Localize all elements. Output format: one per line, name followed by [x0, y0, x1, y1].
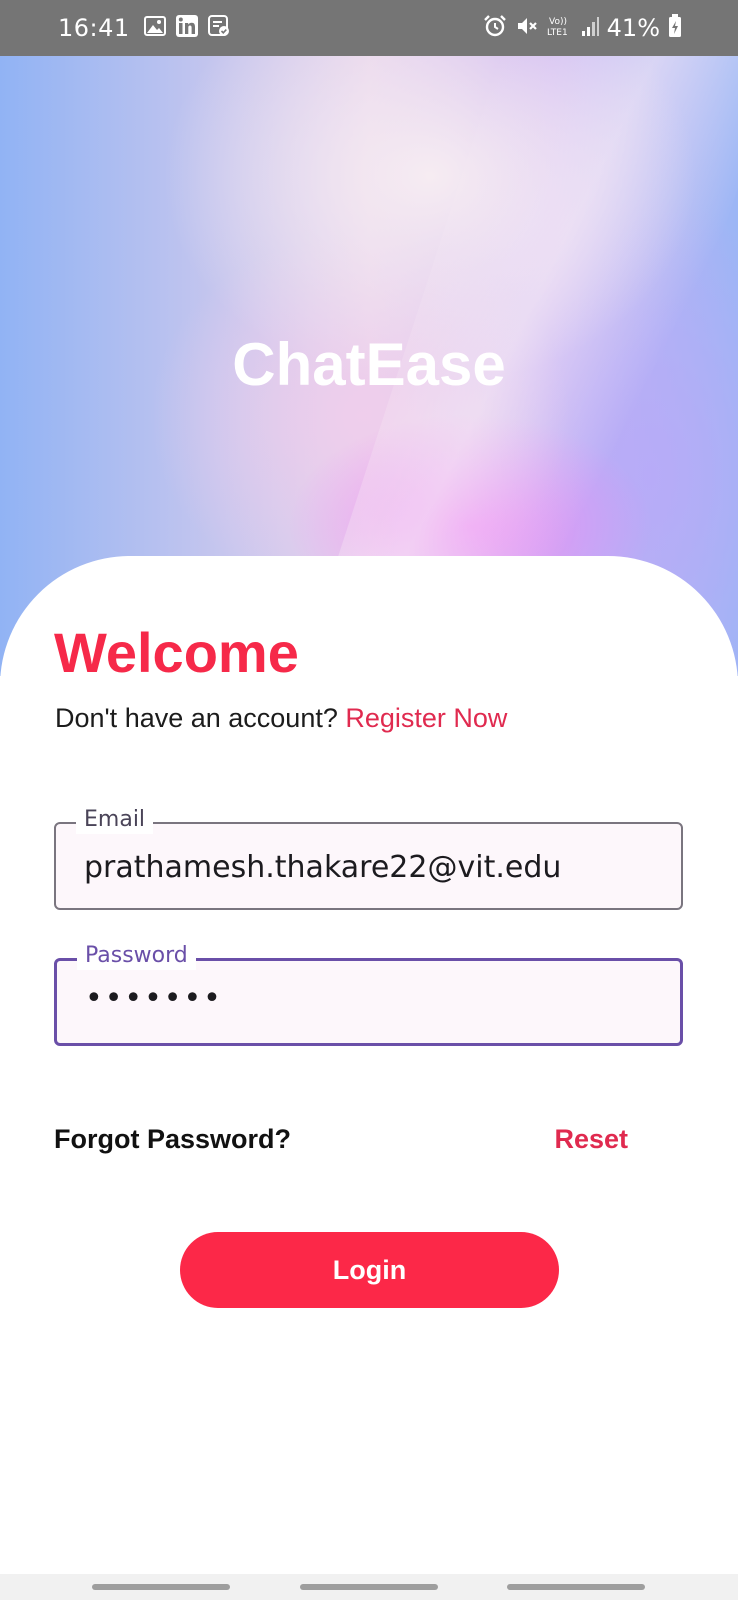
svg-text:LTE1: LTE1	[547, 28, 568, 38]
navigation-bar	[0, 1574, 738, 1600]
register-prompt: Don't have an account? Register Now	[55, 703, 507, 734]
alarm-icon	[483, 14, 507, 42]
nav-back-button[interactable]	[507, 1584, 645, 1590]
system-icons: Vo)) LTE1 41%	[483, 14, 682, 42]
reset-link[interactable]: Reset	[554, 1124, 628, 1155]
login-button[interactable]: Login	[180, 1232, 559, 1308]
nav-recents-button[interactable]	[92, 1584, 230, 1590]
password-field[interactable]: Password •••••••	[54, 942, 683, 1046]
linkedin-icon	[175, 15, 198, 41]
app-title: ChatEase	[232, 331, 506, 398]
volte-icon: Vo)) LTE1	[547, 14, 573, 42]
no-account-text: Don't have an account?	[55, 703, 338, 733]
signal-icon	[581, 15, 599, 41]
password-label: Password	[77, 942, 196, 970]
gallery-icon	[143, 16, 166, 40]
email-field[interactable]: Email prathamesh.thakare22@vit.edu	[54, 806, 683, 910]
nav-home-button[interactable]	[300, 1584, 438, 1590]
svg-text:Vo)): Vo))	[549, 17, 567, 27]
notification-icons	[143, 15, 230, 41]
password-value[interactable]: •••••••	[85, 981, 223, 1016]
battery-icon	[668, 14, 682, 42]
forgot-password-row: Forgot Password? Reset	[54, 1124, 628, 1155]
notes-icon	[207, 15, 230, 41]
register-now-link[interactable]: Register Now	[345, 703, 507, 733]
email-value[interactable]: prathamesh.thakare22@vit.edu	[84, 850, 561, 885]
welcome-heading: Welcome	[54, 621, 299, 684]
email-label: Email	[76, 806, 154, 834]
forgot-password-text: Forgot Password?	[54, 1124, 292, 1154]
login-screen: 16:41 Vo)) LTE1 41% ChatEase Welcome Don…	[0, 0, 738, 1600]
status-bar: 16:41 Vo)) LTE1 41%	[0, 0, 738, 56]
battery-percentage: 41%	[606, 14, 660, 42]
mute-icon	[515, 14, 539, 42]
status-time: 16:41	[58, 14, 130, 42]
